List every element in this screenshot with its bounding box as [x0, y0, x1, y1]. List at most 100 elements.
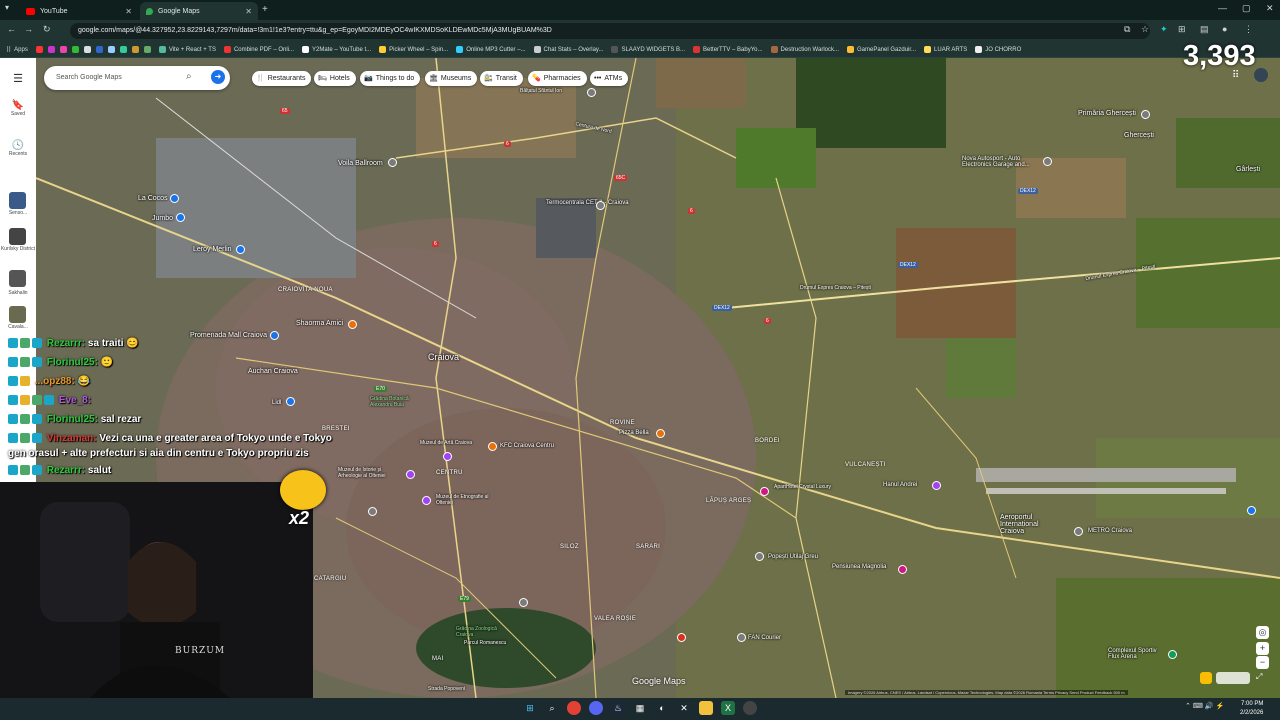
place-label[interactable]: Gârlești [1236, 166, 1260, 173]
bookmark-item[interactable]: Vite + React + TS [158, 46, 216, 53]
landmark-pin-icon[interactable] [596, 201, 605, 210]
pegman-icon[interactable] [1200, 672, 1212, 684]
bookmark-favicon[interactable] [119, 46, 127, 53]
new-tab-button[interactable]: + [262, 4, 268, 15]
restaurant-pin-icon[interactable] [348, 320, 357, 329]
close-icon[interactable]: ✕ [245, 7, 252, 16]
place-label[interactable]: Muzeul de Artă Craiova [420, 440, 472, 446]
account-avatar[interactable] [1254, 68, 1268, 82]
place-label[interactable]: Hanul Andrei [883, 482, 917, 488]
place-label[interactable]: Pensiunea Magnolia [832, 564, 886, 570]
bookmark-item[interactable]: Picker Wheel – Spin... [379, 46, 448, 53]
bookmark-item[interactable]: GamePanel Gazduir... [847, 46, 916, 53]
hotel-pin-icon[interactable] [898, 565, 907, 574]
recents-button[interactable]: 🕓 Recents [0, 140, 36, 157]
minimize-button[interactable]: — [1218, 3, 1227, 13]
place-label[interactable]: Bălțatul Sfântul Ion [520, 88, 562, 94]
bookmark-favicon[interactable] [107, 46, 115, 53]
search-input[interactable]: Search Google Maps [44, 66, 230, 90]
split-view-icon[interactable]: ▤ [1200, 24, 1209, 35]
chip-pharmacies[interactable]: 💊 Pharmacies [528, 71, 587, 86]
url-field[interactable]: google.com/maps/@44.327952,23.8229143,72… [70, 23, 1150, 39]
bookmark-item[interactable]: Destruction Warlock... [770, 46, 839, 53]
zoom-in-button[interactable]: + [1256, 642, 1269, 655]
city-label[interactable]: Craiova [428, 352, 459, 362]
hotel-pin-icon[interactable] [760, 487, 769, 496]
install-icon[interactable]: ⧉ [1124, 24, 1130, 35]
airport-pin-icon[interactable] [1247, 506, 1256, 515]
shopping-pin-icon[interactable] [170, 194, 179, 203]
bookmark-item[interactable]: LUAR ARTS [924, 46, 967, 53]
maximize-button[interactable]: ▢ [1242, 3, 1251, 14]
chrome-icon[interactable] [567, 701, 581, 715]
bookmark-item[interactable]: Y2Mate – YouTube t... [302, 46, 371, 53]
back-button[interactable]: ← [7, 24, 16, 34]
profile-icon[interactable]: ● [1222, 24, 1227, 34]
taskbar-clock[interactable]: 7:00 PM 2/2/2026 [1240, 700, 1263, 718]
saved-button[interactable]: 🔖 Saved [0, 100, 36, 117]
inn-pin-icon[interactable] [932, 481, 941, 490]
place-label[interactable]: FAN Courier [748, 635, 781, 641]
obs-icon[interactable] [743, 701, 757, 715]
place-label[interactable]: Popești Utilaj Greu [768, 554, 818, 560]
place-label[interactable]: Leroy Merlin [193, 246, 232, 253]
tab-search-icon[interactable]: ▾ [0, 3, 14, 17]
bookmark-item[interactable]: Combine PDF – Onli... [223, 46, 294, 53]
tab-google-maps[interactable]: Google Maps ✕ [140, 2, 258, 20]
restaurant-pin-icon[interactable] [488, 442, 497, 451]
place-label[interactable]: Complexul Sportiv Flux Arena [1108, 648, 1168, 660]
recent-place-thumbnail[interactable] [9, 228, 26, 245]
bookmark-favicon[interactable] [131, 46, 139, 53]
shopping-pin-icon[interactable] [236, 245, 245, 254]
discord-icon[interactable] [589, 701, 603, 715]
expand-icon[interactable]: ⤢ [1256, 672, 1262, 682]
zoom-out-button[interactable]: − [1256, 656, 1269, 669]
museum-pin-icon[interactable] [443, 452, 452, 461]
place-label[interactable]: La Cocos [138, 195, 168, 202]
chip-atms[interactable]: ••• ATMs [590, 71, 629, 86]
recent-place-thumbnail[interactable] [9, 270, 26, 287]
bookmark-favicon[interactable] [95, 46, 103, 53]
venue-pin-icon[interactable] [388, 158, 397, 167]
menu-icon[interactable]: ☰ [0, 72, 36, 85]
service-pin-icon[interactable] [737, 633, 746, 642]
service-pin-icon[interactable] [755, 552, 764, 561]
sport-pin-icon[interactable] [1168, 650, 1177, 659]
system-tray-icons[interactable]: ⌃ ⌨ 🔊 ⚡ [1185, 702, 1224, 710]
bookmark-favicon[interactable] [71, 46, 79, 53]
place-label[interactable]: Primăria Ghercești [1078, 110, 1136, 117]
place-label[interactable]: Shaorma Amici [296, 320, 343, 327]
windows-start-icon[interactable]: ⊞ [523, 701, 537, 715]
museum-pin-icon[interactable] [422, 496, 431, 505]
extension-icon[interactable]: ✦ [1160, 24, 1168, 35]
layers-button[interactable] [1216, 672, 1250, 684]
search-icon[interactable]: ⌕ [186, 71, 192, 82]
chip-restaurants[interactable]: 🍴 Restaurants [252, 71, 312, 86]
pharmacy-pin-icon[interactable] [677, 633, 686, 642]
bookmark-item[interactable]: Chat Stats – Overlay... [533, 46, 603, 53]
place-label[interactable]: Muzeul de Etnografie al Olteniei [436, 494, 494, 506]
bookmark-apps[interactable]: ⠿ Apps [6, 46, 28, 54]
bookmark-item[interactable]: JO CHORRO [975, 46, 1021, 53]
place-label[interactable]: Parcul Romanescu [464, 640, 506, 646]
search-icon[interactable]: ⌕ [545, 701, 559, 715]
place-label[interactable]: Jumbo [152, 215, 173, 222]
landmark-pin-icon[interactable] [368, 507, 377, 516]
recent-place-thumbnail[interactable] [9, 192, 26, 209]
app-icon[interactable]: ◐ [655, 701, 669, 715]
bookmark-item[interactable]: Online MP3 Cutter –... [456, 46, 526, 53]
close-icon[interactable]: ✕ [125, 7, 132, 16]
bookmark-item[interactable]: BetterTTV – BabyYo... [693, 46, 763, 53]
excel-icon[interactable]: X [721, 701, 735, 715]
bookmark-item[interactable]: SLAAYD WIDGETS B... [611, 46, 685, 53]
app-icon[interactable]: ▦ [633, 701, 647, 715]
app-icon[interactable]: ✕ [677, 701, 691, 715]
bookmark-favicon[interactable] [143, 46, 151, 53]
extensions-puzzle-icon[interactable]: ⊞ [1178, 24, 1186, 35]
place-label[interactable]: Nova Autosport - Auto Electronics Garage… [962, 156, 1048, 168]
my-location-icon[interactable]: ◎ [1256, 626, 1269, 639]
place-label[interactable]: Aeroportul Internațional Craiova [1000, 514, 1060, 535]
place-label[interactable]: KFC Craiova Centru [500, 443, 554, 449]
place-label[interactable]: Ghercești [1124, 132, 1154, 139]
directions-icon[interactable]: ➜ [211, 70, 225, 84]
